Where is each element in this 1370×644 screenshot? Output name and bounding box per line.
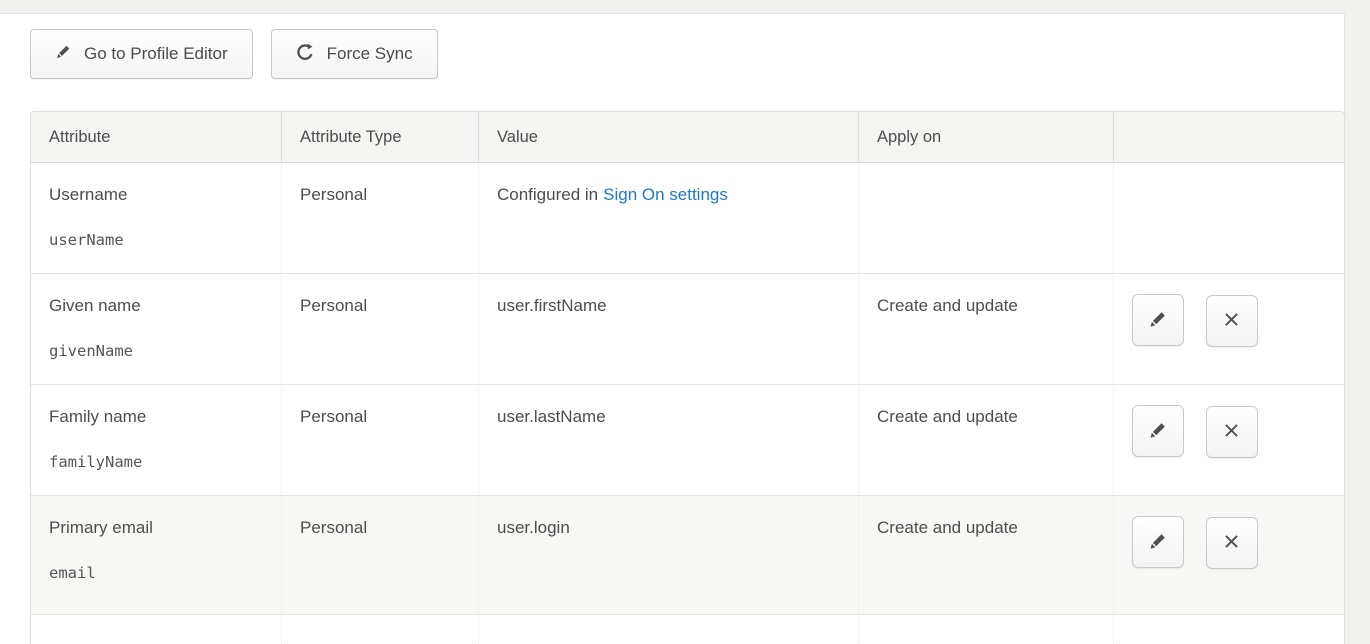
table-row-primary-email: Primary email email Personal user.login … — [31, 495, 1344, 614]
force-sync-label: Force Sync — [327, 44, 413, 64]
edit-attribute-button[interactable] — [1132, 294, 1184, 346]
pencil-icon — [1148, 531, 1168, 554]
value-cell: user.firstName — [478, 273, 858, 384]
attribute-variable-name: email — [49, 564, 263, 582]
delete-attribute-button[interactable] — [1206, 406, 1258, 458]
value-cell: user.lastName — [478, 384, 858, 495]
close-icon — [1222, 532, 1241, 554]
go-to-profile-editor-label: Go to Profile Editor — [84, 44, 228, 64]
sync-icon — [296, 42, 315, 66]
table-row-family-name: Family name familyName Personal user.las… — [31, 384, 1344, 495]
table-row-given-name: Given name givenName Personal user.first… — [31, 273, 1344, 384]
pencil-icon — [1148, 309, 1168, 332]
delete-attribute-button[interactable] — [1206, 517, 1258, 569]
edit-attribute-button[interactable] — [1132, 405, 1184, 457]
attribute-type-cell: Personal — [281, 163, 478, 273]
toolbar: Go to Profile Editor Force Sync — [0, 14, 1344, 79]
pencil-icon — [1148, 420, 1168, 443]
edit-attribute-button[interactable] — [1132, 516, 1184, 568]
column-header-value: Value — [478, 112, 858, 163]
attribute-variable-name: userName — [49, 231, 263, 249]
content-card: Go to Profile Editor Force Sync Attribut… — [0, 13, 1345, 644]
attribute-label: Family name — [49, 407, 146, 426]
attribute-type-cell: Personal — [281, 273, 478, 384]
pencil-icon — [55, 43, 72, 65]
delete-attribute-button[interactable] — [1206, 295, 1258, 347]
apply-on-cell — [858, 163, 1113, 273]
attribute-type-cell: Personal — [281, 495, 478, 614]
attribute-type-cell: Personal — [281, 384, 478, 495]
close-icon — [1222, 310, 1241, 332]
sign-on-settings-link[interactable]: Sign On settings — [603, 185, 728, 204]
close-icon — [1222, 421, 1241, 443]
force-sync-button[interactable]: Force Sync — [271, 29, 438, 79]
table-header-row: Attribute Attribute Type Value Apply on — [31, 112, 1344, 163]
table-row-partial — [31, 614, 1344, 644]
apply-on-cell: Create and update — [858, 384, 1113, 495]
attribute-variable-name: familyName — [49, 453, 263, 471]
table-row-username: Username userName Personal Configured in… — [31, 163, 1344, 273]
column-header-attribute: Attribute — [31, 112, 281, 163]
value-text: Configured in — [497, 185, 598, 204]
apply-on-cell: Create and update — [858, 273, 1113, 384]
column-header-apply-on: Apply on — [858, 112, 1113, 163]
attribute-mapping-table: Attribute Attribute Type Value Apply on … — [30, 111, 1345, 644]
value-cell: user.login — [478, 495, 858, 614]
attribute-label: Primary email — [49, 518, 153, 537]
attribute-label: Given name — [49, 296, 141, 315]
attribute-variable-name: givenName — [49, 342, 263, 360]
go-to-profile-editor-button[interactable]: Go to Profile Editor — [30, 29, 253, 79]
column-header-actions — [1113, 112, 1344, 163]
attribute-label: Username — [49, 185, 127, 204]
column-header-attribute-type: Attribute Type — [281, 112, 478, 163]
apply-on-cell: Create and update — [858, 495, 1113, 614]
